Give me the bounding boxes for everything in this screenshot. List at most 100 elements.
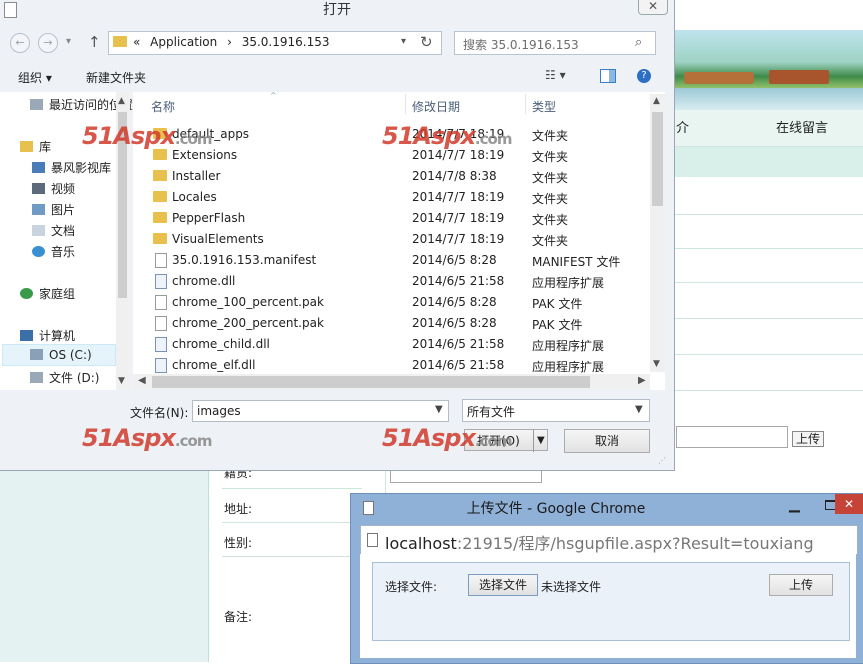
page-upload-button[interactable]: 上传 bbox=[792, 431, 824, 447]
nav-link-message[interactable]: 在线留言 bbox=[776, 117, 828, 136]
search-icon[interactable]: ⌕ bbox=[635, 35, 642, 50]
cancel-button[interactable]: 取消 bbox=[564, 429, 650, 453]
watermark-logo: 51Aspx.com bbox=[382, 122, 512, 150]
filename-label: 文件名(N): bbox=[130, 406, 189, 420]
scroll-down-arrow-icon[interactable]: ▼ bbox=[653, 359, 660, 369]
file-row[interactable]: Installer 2014/7/8 8:38 文件夹 bbox=[133, 166, 633, 187]
file-type: PAK 文件 bbox=[532, 297, 583, 311]
choose-file-button[interactable]: 选择文件 bbox=[468, 574, 538, 596]
column-separator[interactable] bbox=[525, 94, 526, 114]
sidebar-item-video[interactable]: 视频 bbox=[32, 180, 75, 197]
search-input[interactable]: 搜索 35.0.1916.153 ⌕ bbox=[454, 31, 656, 55]
popup-title: 上传文件 - Google Chrome bbox=[466, 501, 646, 517]
file-row[interactable]: PepperFlash 2014/7/7 18:19 文件夹 bbox=[133, 208, 633, 229]
sort-arrow-icon: ^ bbox=[270, 91, 277, 100]
close-button[interactable]: ✕ bbox=[835, 494, 863, 514]
file-name: 35.0.1916.153.manifest bbox=[172, 253, 317, 267]
scroll-down-arrow-icon[interactable]: ▼ bbox=[118, 376, 125, 386]
sidebar-item-computer[interactable]: 计算机 bbox=[20, 327, 75, 344]
watermark-logo: 51Aspx.com bbox=[382, 424, 512, 452]
up-folder-button[interactable]: ↑ bbox=[88, 33, 101, 51]
file-row[interactable]: chrome_child.dll 2014/6/5 21:58 应用程序扩展 bbox=[133, 334, 633, 355]
file-date: 2014/6/5 8:28 bbox=[412, 316, 497, 330]
sidebar-item-music[interactable]: 音乐 bbox=[32, 243, 75, 260]
help-icon[interactable]: ? bbox=[637, 69, 651, 83]
folder-icon bbox=[153, 233, 167, 244]
filename-value: images bbox=[197, 404, 241, 418]
scroll-up-arrow-icon[interactable]: ▲ bbox=[118, 96, 125, 106]
file-type: 文件夹 bbox=[532, 150, 569, 164]
url-path: :21915/程序/hsgupfile.aspx?Result=touxiang bbox=[456, 534, 814, 553]
sidebar-item-documents[interactable]: 文档 bbox=[32, 222, 75, 239]
scroll-up-arrow-icon[interactable]: ▲ bbox=[653, 96, 660, 106]
horizontal-scroll-thumb[interactable] bbox=[152, 376, 590, 388]
refresh-button[interactable]: ↻ bbox=[420, 33, 433, 51]
drive-icon bbox=[30, 372, 43, 383]
video-library-icon bbox=[32, 162, 45, 173]
chevron-down-icon[interactable]: ▼ bbox=[635, 404, 643, 415]
file-row[interactable]: chrome_elf.dll 2014/6/5 21:58 应用程序扩展 bbox=[133, 355, 633, 374]
file-row[interactable]: chrome_100_percent.pak 2014/6/5 8:28 PAK 文… bbox=[133, 292, 633, 313]
file-row[interactable]: 35.0.1916.153.manifest 2014/6/5 8:28 MANIF… bbox=[133, 250, 633, 271]
url-bar[interactable]: localhost:21915/程序/hsgupfile.aspx?Result… bbox=[360, 525, 858, 555]
sidebar-label: 文件 (D:) bbox=[49, 371, 100, 385]
column-header-name[interactable]: 名称 bbox=[151, 98, 175, 115]
column-separator[interactable] bbox=[405, 94, 406, 114]
address-segment[interactable]: Application bbox=[150, 35, 217, 49]
organize-menu[interactable]: 组织 ▾ bbox=[18, 69, 52, 86]
view-menu[interactable]: ☷ ▾ bbox=[545, 68, 566, 82]
sidebar-label: 音乐 bbox=[51, 245, 76, 259]
open-dropdown-icon[interactable]: ▼ bbox=[533, 430, 545, 452]
file-row[interactable]: VisualElements 2014/7/7 18:19 文件夹 bbox=[133, 229, 633, 250]
file-list-scroll-thumb[interactable] bbox=[652, 112, 663, 206]
address-prefix[interactable]: « bbox=[133, 35, 140, 49]
page-line bbox=[674, 354, 863, 355]
forward-button[interactable]: → bbox=[38, 33, 58, 53]
file-row[interactable]: Locales 2014/7/7 18:19 文件夹 bbox=[133, 187, 633, 208]
file-row[interactable]: chrome_200_percent.pak 2014/6/5 8:28 PAK 文… bbox=[133, 313, 633, 334]
url-text: localhost:21915/程序/hsgupfile.aspx?Result… bbox=[385, 530, 814, 554]
open-file-dialog: 打开 ✕ ← → ▾ ↑ « Application › 35.0.1916.1… bbox=[0, 0, 675, 471]
file-name: chrome_elf.dll bbox=[172, 358, 256, 372]
file-type: 文件夹 bbox=[532, 129, 569, 143]
address-separator[interactable]: › bbox=[227, 35, 232, 49]
filetype-select[interactable]: 所有文件 ▼ bbox=[462, 399, 650, 422]
sidebar-label: 暴风影视库 bbox=[51, 161, 112, 175]
history-dropdown-icon[interactable]: ▾ bbox=[66, 36, 71, 47]
address-segment[interactable]: 35.0.1916.153 bbox=[242, 35, 330, 49]
column-header-date[interactable]: 修改日期 bbox=[412, 98, 460, 115]
page-upload-input[interactable] bbox=[676, 426, 788, 448]
file-name: PepperFlash bbox=[172, 211, 246, 225]
file-date: 2014/6/5 8:28 bbox=[412, 253, 497, 267]
folder-icon bbox=[153, 170, 167, 181]
nav-link-intro[interactable]: 介 bbox=[676, 117, 689, 136]
preview-pane-icon[interactable] bbox=[600, 69, 616, 83]
address-bar[interactable]: « Application › 35.0.1916.153 ▾ bbox=[108, 31, 442, 55]
sidebar-label: 视频 bbox=[51, 182, 76, 196]
filename-input[interactable]: images ▼ bbox=[192, 400, 449, 422]
homegroup-icon bbox=[20, 288, 33, 299]
sidebar-item-drive-c[interactable]: OS (C:) bbox=[30, 348, 92, 362]
sidebar-item-pictures[interactable]: 图片 bbox=[32, 201, 75, 218]
column-header-type[interactable]: 类型 bbox=[532, 98, 556, 115]
upload-button[interactable]: 上传 bbox=[769, 574, 833, 596]
address-dropdown-icon[interactable]: ▾ bbox=[401, 36, 406, 47]
sidebar-item-drive-d[interactable]: 文件 (D:) bbox=[30, 369, 99, 386]
sidebar-item-video-library[interactable]: 暴风影视库 bbox=[32, 159, 111, 176]
resize-grip-icon[interactable]: ⋰ bbox=[658, 456, 666, 465]
file-type: 文件夹 bbox=[532, 213, 569, 227]
minimize-button[interactable]: ▁ bbox=[789, 497, 800, 513]
back-button[interactable]: ← bbox=[10, 33, 30, 53]
video-icon bbox=[32, 183, 45, 194]
file-date: 2014/7/7 18:19 bbox=[412, 190, 505, 204]
sidebar-item-library[interactable]: 库 bbox=[20, 138, 51, 155]
scroll-right-arrow-icon[interactable]: ▶ bbox=[638, 375, 646, 386]
scroll-left-arrow-icon[interactable]: ◀ bbox=[138, 375, 146, 386]
close-button[interactable]: ✕ bbox=[638, 0, 668, 15]
file-date: 2014/6/5 21:58 bbox=[412, 358, 505, 372]
chevron-down-icon[interactable]: ▼ bbox=[435, 404, 443, 415]
sidebar-item-homegroup[interactable]: 家庭组 bbox=[20, 285, 75, 302]
new-folder-button[interactable]: 新建文件夹 bbox=[86, 69, 146, 86]
file-row[interactable]: chrome.dll 2014/6/5 21:58 应用程序扩展 bbox=[133, 271, 633, 292]
filetype-value: 所有文件 bbox=[467, 405, 516, 419]
